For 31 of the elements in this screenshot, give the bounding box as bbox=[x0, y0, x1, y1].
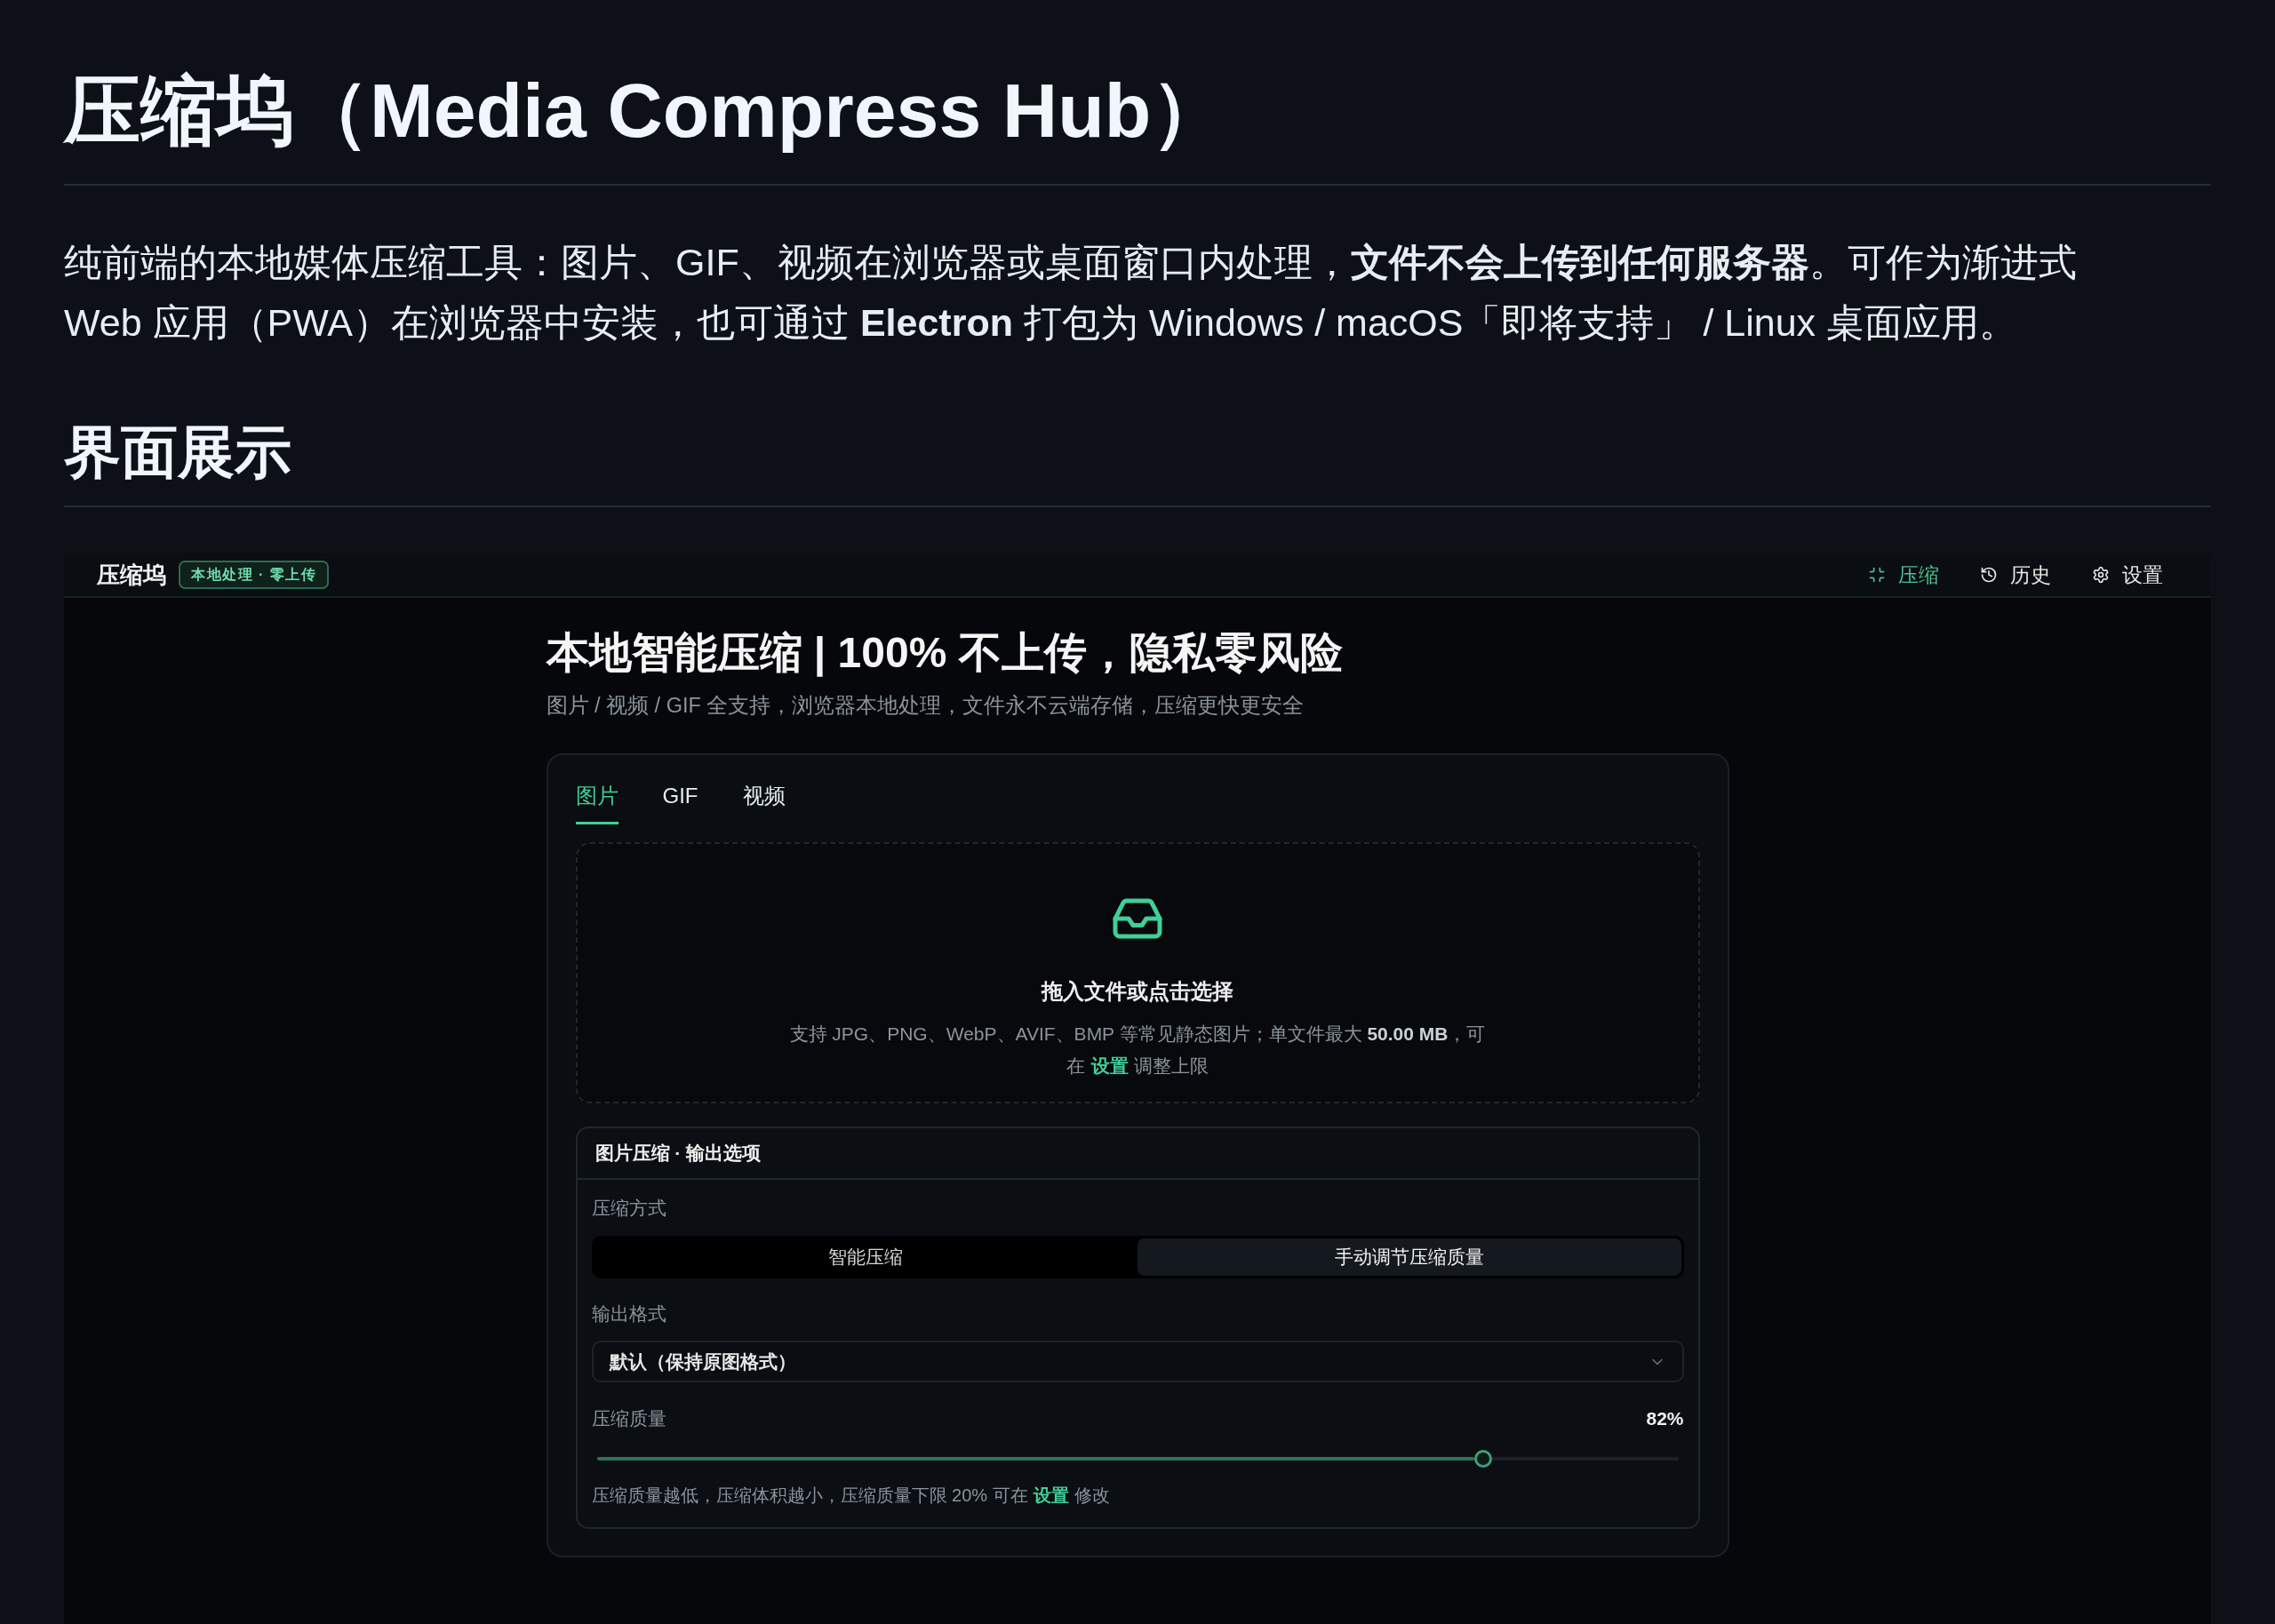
nav-item[interactable]: 压缩 bbox=[1868, 561, 1939, 589]
format-select[interactable]: 默认（保持原图格式） bbox=[591, 1341, 1684, 1382]
slider-thumb[interactable] bbox=[1474, 1450, 1493, 1468]
hero-subtitle: 图片 / 视频 / GIF 全支持，浏览器本地处理，文件永不云端存储，压缩更快更安全 bbox=[546, 693, 1305, 719]
quality-reading: 82% bbox=[1646, 1407, 1684, 1430]
settings-icon bbox=[2092, 566, 2110, 584]
drop-hint: 支持 JPG、PNG、WebP、AVIF、BMP 等常见静态图片；单文件最大 50.00 MB，可在 设置 调整上限 bbox=[788, 1023, 1487, 1078]
media-tab[interactable]: 视频 bbox=[742, 782, 786, 824]
media-tab[interactable]: 图片 bbox=[575, 782, 619, 824]
nav-item[interactable]: 历史 bbox=[1980, 561, 2051, 589]
settings-link[interactable]: 设置 bbox=[1033, 1485, 1069, 1505]
media-tab[interactable]: GIF bbox=[662, 782, 698, 824]
field-label: 压缩方式 bbox=[591, 1197, 667, 1220]
hero-title: 本地智能压缩 | 100% 不上传，隐私零风险 bbox=[546, 628, 1344, 679]
privacy-badge: 本地处理 · 零上传 bbox=[179, 561, 330, 589]
mode-option[interactable]: 手动调节压缩质量 bbox=[1138, 1238, 1681, 1276]
quality-hint: 压缩质量越低，压缩体积越小，压缩质量下限 20% 可在 设置 修改 bbox=[591, 1485, 1111, 1507]
settings-link[interactable]: 设置 bbox=[1090, 1055, 1129, 1076]
history-icon bbox=[1980, 566, 1998, 584]
panel-title: 图片压缩 · 输出选项 bbox=[577, 1128, 1698, 1180]
field-label: 压缩质量 bbox=[591, 1407, 667, 1430]
shrink-corners-icon bbox=[1868, 566, 1886, 584]
intro-paragraph: 纯前端的本地媒体压缩工具：图片、GIF、视频在浏览器或桌面窗口内处理，文件不会上传到任何服务器。可作为渐进式 Web 应用（PWA）在浏览器中安装，也可通过 Electron 打包为 Windows / macOS「即将支持」 / Linux 桌面应用。 bbox=[64, 240, 2078, 346]
app-brand: 压缩坞 bbox=[97, 560, 166, 590]
mode-option[interactable]: 智能压缩 bbox=[594, 1238, 1138, 1276]
drop-title: 拖入文件或点击选择 bbox=[1042, 978, 1233, 1005]
nav-item[interactable]: 设置 bbox=[2092, 561, 2163, 589]
page-title: 压缩坞（Media Compress Hub） bbox=[64, 64, 2211, 186]
drop-zone[interactable]: 拖入文件或点击选择 支持 JPG、PNG、WebP、AVIF、BMP 等常见静态图片；单文件最大 50.00 MB，可在 设置 调整上限 bbox=[575, 842, 1700, 1103]
section-heading: 界面展示 bbox=[64, 417, 2211, 507]
field-label: 输出格式 bbox=[591, 1302, 667, 1325]
